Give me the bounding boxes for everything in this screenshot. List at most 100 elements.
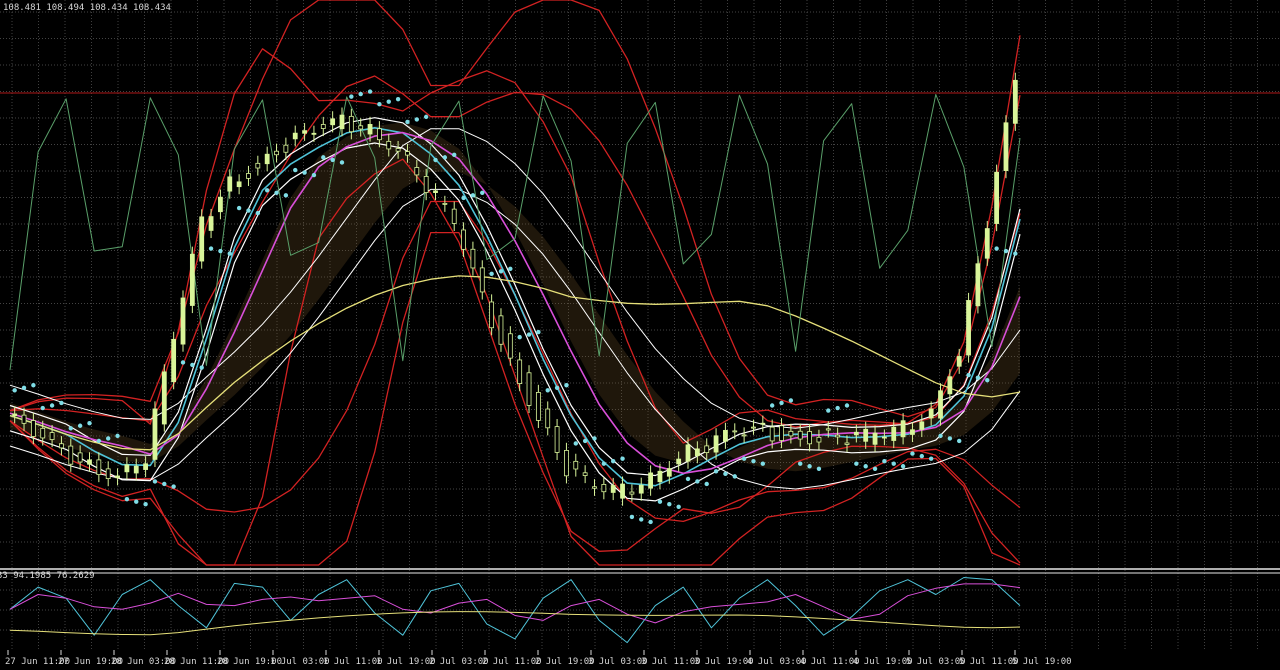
candle-body <box>947 376 953 395</box>
sar-dot <box>77 423 83 428</box>
candle-body <box>779 425 784 441</box>
sar-dot <box>798 461 803 466</box>
sar-dot <box>826 408 831 413</box>
candle-body <box>236 181 242 188</box>
candle-body <box>863 428 869 442</box>
candle-body <box>227 176 233 192</box>
sar-dot <box>190 362 195 368</box>
candle-body <box>835 434 841 438</box>
candle-body <box>657 470 663 483</box>
candle-body <box>713 435 719 453</box>
sar-dot <box>835 405 840 411</box>
sar-dot <box>713 469 719 474</box>
x-tick-label: 2 Jul 03:00 <box>429 657 489 667</box>
candle-body <box>975 263 981 307</box>
sar-dot <box>470 193 476 198</box>
candle-body <box>283 144 289 153</box>
x-tick-label: 1 Jul 11:00 <box>323 657 383 667</box>
sar-dot <box>751 458 756 464</box>
candle-body <box>274 150 279 156</box>
x-tick-label: 4 Jul 03:00 <box>747 657 807 667</box>
candle-body <box>601 484 607 493</box>
candle-body <box>891 426 897 441</box>
candle-body <box>358 125 364 130</box>
candle-body <box>535 392 541 421</box>
candle-body <box>769 426 775 442</box>
sar-dot <box>293 167 298 173</box>
sar-dot <box>423 114 429 120</box>
sar-dot <box>938 433 943 439</box>
sar-dot <box>536 329 541 335</box>
candle-body <box>133 465 139 474</box>
candle-body <box>956 356 962 367</box>
candle-body <box>414 167 420 176</box>
price-chart[interactable]: 27 Jun 11:0027 Jun 19:0028 Jun 03:0028 J… <box>0 0 1280 670</box>
candle-body <box>311 132 317 135</box>
candle-body <box>1003 122 1009 171</box>
sar-dot <box>769 403 775 408</box>
candle-body <box>760 422 766 425</box>
candle-body <box>732 430 738 433</box>
candle-body <box>620 483 625 499</box>
candle-body <box>208 216 214 231</box>
sar-dot <box>152 479 158 484</box>
sar-dot <box>985 377 990 383</box>
candle-body <box>367 124 373 135</box>
sar-dot <box>377 102 382 107</box>
sar-dot <box>480 190 485 196</box>
sar-dot <box>779 400 784 406</box>
candle-body <box>320 124 326 129</box>
sar-dot <box>21 385 27 390</box>
candle-body <box>704 445 710 453</box>
candle-body <box>966 300 971 356</box>
x-tick-label: 3 Jul 03:00 <box>588 657 648 667</box>
sar-dot <box>311 172 317 178</box>
sar-dot <box>966 372 971 378</box>
candle-body <box>928 408 934 419</box>
sar-dot <box>648 519 653 525</box>
sar-dot <box>143 502 148 507</box>
sar-dot <box>816 466 822 471</box>
candle-body <box>994 171 1000 224</box>
candle-body <box>517 359 523 384</box>
candle-body <box>386 140 392 150</box>
x-tick-label: 3 Jul 11:00 <box>641 657 701 667</box>
sar-dot <box>863 464 868 469</box>
x-tick-label: 2 Jul 11:00 <box>482 657 542 667</box>
sar-dot <box>452 152 457 158</box>
candle-body <box>751 426 756 429</box>
candle-body <box>405 151 410 156</box>
sar-dot <box>395 96 401 102</box>
candle-body <box>451 208 457 224</box>
candle-body <box>638 484 644 494</box>
candle-body <box>87 459 92 465</box>
x-tick-label: 1 Jul 03:00 <box>270 657 330 667</box>
sar-dot <box>564 383 569 388</box>
sar-dot <box>639 517 644 522</box>
sar-dot <box>134 499 139 504</box>
sar-dot <box>461 195 466 201</box>
candle-body <box>40 427 46 439</box>
sar-dot <box>508 266 513 271</box>
sar-dot <box>433 157 438 163</box>
sar-dot <box>1013 251 1018 256</box>
candle-body <box>189 253 195 306</box>
sar-dot <box>667 502 672 507</box>
sar-dot <box>900 464 906 469</box>
sar-dot <box>349 94 354 99</box>
candle-body <box>844 442 850 445</box>
sar-dot <box>704 481 709 487</box>
candle-body <box>395 148 401 152</box>
sar-dot <box>386 99 391 104</box>
candle-body <box>255 162 261 169</box>
sar-dot <box>676 504 681 509</box>
candle-body <box>545 408 551 429</box>
sar-dot <box>414 117 420 122</box>
candle-body <box>348 115 354 133</box>
candle-body <box>554 426 560 453</box>
sar-dot <box>573 441 578 446</box>
sar-dot <box>227 251 232 256</box>
sar-dot <box>760 461 766 466</box>
sar-dot <box>274 190 279 196</box>
sar-dot <box>1003 248 1009 254</box>
